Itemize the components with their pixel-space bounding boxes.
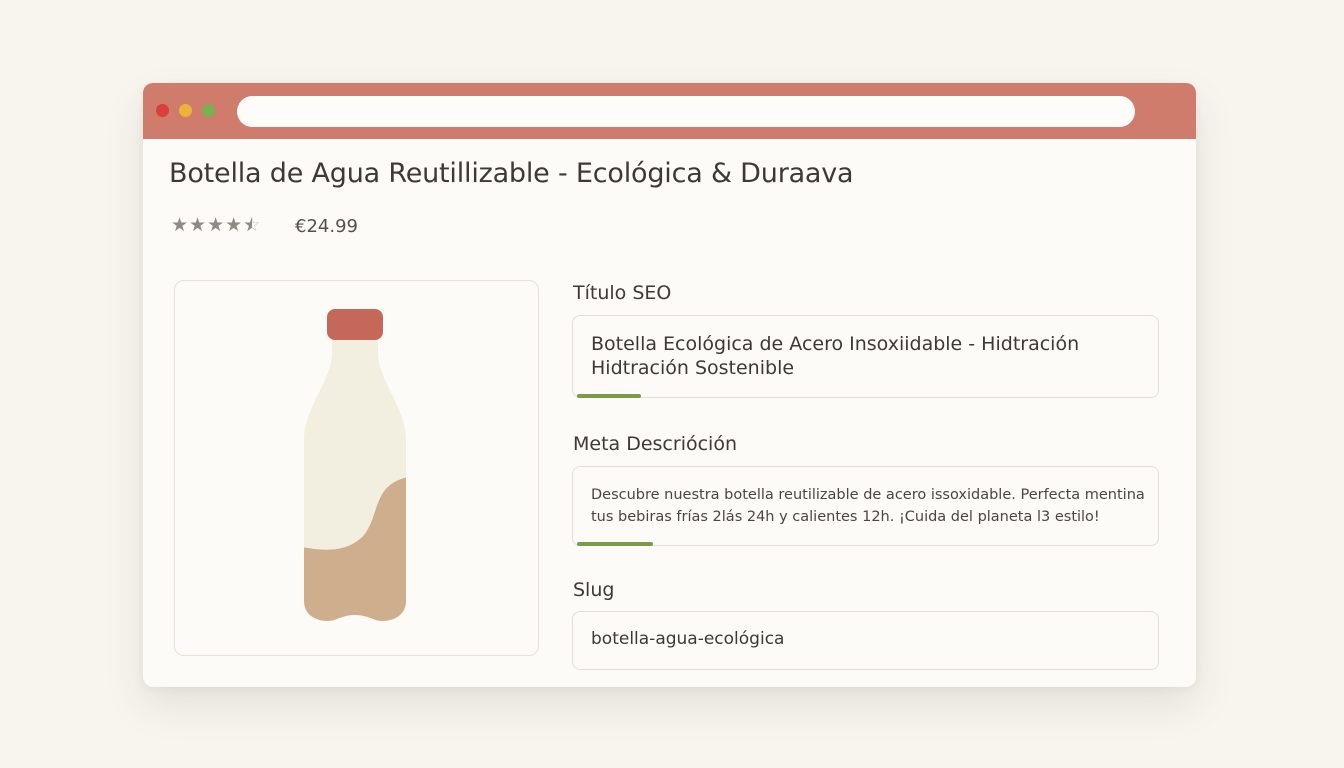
window-titlebar	[143, 83, 1196, 139]
seo-title-value: Botella Ecológica de Acero Insoxiidable …	[591, 333, 1080, 379]
url-bar[interactable]	[237, 96, 1135, 127]
maximize-dot-icon[interactable]	[202, 104, 215, 117]
meta-description-progress	[577, 542, 654, 546]
star-icon: ★	[171, 214, 189, 236]
meta-description-value: Descubre nuestra botella reutilizable de…	[591, 487, 1145, 525]
seo-title-label: Título SEO	[573, 282, 672, 304]
star-icon: ★	[189, 214, 207, 236]
half-star-icon: ☆	[243, 214, 260, 236]
slug-field[interactable]: botella-agua-ecológica	[572, 611, 1159, 670]
minimize-dot-icon[interactable]	[179, 104, 192, 117]
browser-window: Botella de Agua Reutillizable - Ecológic…	[143, 83, 1196, 687]
meta-description-field[interactable]: Descubre nuestra botella reutilizable de…	[572, 466, 1159, 546]
meta-description-label: Meta Descrióción	[573, 433, 737, 455]
slug-value: botella-agua-ecológica	[591, 629, 785, 649]
slug-label: Slug	[573, 579, 615, 601]
product-price: €24.99	[295, 216, 358, 237]
seo-title-progress	[577, 394, 642, 398]
star-rating: ★ ★ ★ ★ ☆	[171, 214, 260, 236]
product-image-card	[174, 280, 539, 656]
star-icon: ★	[225, 214, 243, 236]
star-icon: ★	[207, 214, 225, 236]
close-dot-icon[interactable]	[156, 104, 169, 117]
seo-title-field[interactable]: Botella Ecológica de Acero Insoxiidable …	[572, 315, 1159, 398]
bottle-icon	[304, 309, 406, 621]
product-title: Botella de Agua Reutillizable - Ecológic…	[169, 158, 854, 189]
